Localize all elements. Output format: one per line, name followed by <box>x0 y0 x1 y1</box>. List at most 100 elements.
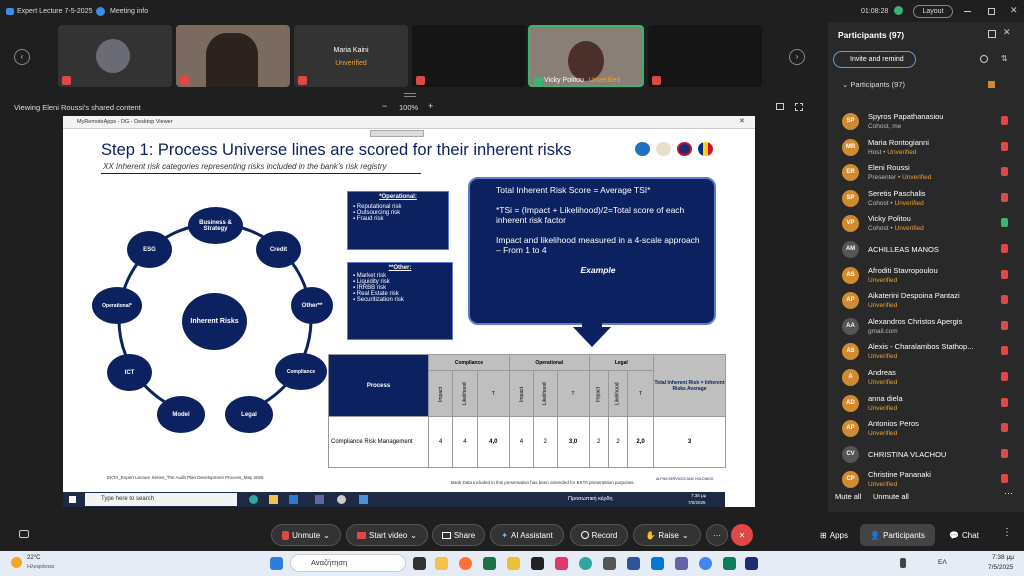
app-icon[interactable] <box>531 557 544 570</box>
app-icon[interactable] <box>555 557 568 570</box>
participant-row[interactable]: AP Antonios Peros Unverified <box>842 417 1016 442</box>
participant-row[interactable]: CV CHRISTINA VLACHOU <box>842 443 1016 468</box>
more-button[interactable]: ··· <box>706 524 728 546</box>
apps-button[interactable]: ⊞ Apps <box>811 524 857 546</box>
remote-app-label[interactable]: Προσωπική κέρδη <box>568 496 613 502</box>
participant-row[interactable]: A Andreas Unverified <box>842 366 1016 391</box>
mic-off-icon[interactable] <box>1001 372 1008 381</box>
windows-start-icon[interactable] <box>69 496 76 503</box>
lock-icon[interactable] <box>988 81 995 88</box>
layout-button[interactable]: Layout <box>913 5 953 18</box>
participant-row[interactable]: AA Alexandros Christos Apergis gmail.com <box>842 315 1016 340</box>
edge-icon[interactable] <box>579 557 592 570</box>
invite-button[interactable]: Invite and remind <box>833 51 916 68</box>
clock-date[interactable]: 7/5/2025 <box>988 564 1013 571</box>
participant-row[interactable]: AM ACHILLEAS MANOS <box>842 238 1016 263</box>
unmute-button[interactable]: Unmute ⌄ <box>271 524 341 546</box>
zoom-in-button[interactable]: + <box>428 101 433 111</box>
video-tile[interactable] <box>412 25 526 87</box>
raise-hand-button[interactable]: ✋ Raise ⌄ <box>633 524 701 546</box>
edge-icon[interactable] <box>249 495 258 504</box>
app-icon[interactable] <box>603 557 616 570</box>
outlook-icon[interactable] <box>651 557 664 570</box>
participant-row[interactable]: AS Afroditi Stavropoulou Unverified <box>842 264 1016 289</box>
webex-icon[interactable] <box>745 557 758 570</box>
end-call-button[interactable]: ✕ <box>731 524 753 546</box>
close-icon[interactable]: ✕ <box>1010 5 1018 16</box>
info-icon[interactable] <box>96 7 105 16</box>
participant-row[interactable]: MR Maria Rontogianni Host • Unverified <box>842 136 1016 161</box>
participant-row[interactable]: SP Spyros Papathanasiou Cohost, me <box>842 110 1016 135</box>
firefox-icon[interactable] <box>459 557 472 570</box>
close-panel-icon[interactable]: ✕ <box>1003 27 1011 38</box>
app-icon[interactable] <box>507 557 520 570</box>
mic-off-icon[interactable] <box>1001 269 1008 279</box>
participant-row[interactable]: AD anna diela Unverified <box>842 392 1016 417</box>
mic-off-icon[interactable] <box>1001 244 1008 253</box>
teams-icon[interactable] <box>315 495 324 504</box>
participants-button[interactable]: 👤 Participants <box>860 524 935 546</box>
mic-off-icon[interactable] <box>1001 320 1008 330</box>
settings-icon[interactable] <box>337 495 346 504</box>
word-icon[interactable] <box>627 557 640 570</box>
captions-icon[interactable] <box>19 530 29 538</box>
excel-icon[interactable] <box>483 557 496 570</box>
taskview-icon[interactable] <box>413 557 426 570</box>
mic-off-icon[interactable] <box>1001 346 1008 356</box>
slide-toolbar[interactable] <box>370 130 424 137</box>
restore-icon[interactable] <box>988 8 995 15</box>
minimize-icon[interactable] <box>964 11 971 12</box>
mute-all-button[interactable]: Mute all <box>835 492 861 501</box>
mic-on-icon[interactable] <box>1001 218 1008 228</box>
mic-tray-icon[interactable] <box>900 558 906 568</box>
file-explorer-icon[interactable] <box>435 557 448 570</box>
participant-row[interactable]: CP Christine Pananaki Unverified <box>842 468 1016 493</box>
video-tile[interactable] <box>58 25 172 87</box>
mic-off-icon[interactable] <box>1001 423 1008 433</box>
mic-off-icon[interactable] <box>1001 448 1008 458</box>
language-indicator[interactable]: ΕΛ <box>938 559 947 566</box>
drag-handle[interactable] <box>404 93 416 97</box>
next-page-button[interactable]: › <box>789 49 805 65</box>
mic-off-icon[interactable] <box>1001 116 1008 125</box>
mic-off-icon[interactable] <box>1001 474 1008 484</box>
remote-close-icon[interactable]: ✕ <box>739 117 745 125</box>
popout-icon[interactable] <box>988 30 996 38</box>
ai-assistant-button[interactable]: ✦ AI Assistant <box>490 524 564 546</box>
remote-search-input[interactable]: Type here to search <box>85 493 237 506</box>
record-button[interactable]: Record <box>570 524 628 546</box>
folder-icon[interactable] <box>269 495 278 504</box>
app-icon[interactable] <box>359 495 368 504</box>
clock-time[interactable]: 7:38 μμ <box>992 554 1014 561</box>
participant-row[interactable]: AS Alexis - Charalambos Stathop... Unverif… <box>842 340 1016 365</box>
participant-row[interactable]: VP Vicky Politou Cohost • Unverified <box>842 212 1016 237</box>
search-icon[interactable] <box>980 55 988 63</box>
mic-off-icon[interactable] <box>1001 167 1008 177</box>
video-tile-active[interactable]: Vicky Politou Unverified <box>528 25 644 87</box>
mic-off-icon[interactable] <box>1001 141 1008 151</box>
chat-button[interactable]: 💬 Chat <box>942 524 986 546</box>
taskbar-search-input[interactable]: Αναζήτηση <box>290 554 406 572</box>
unmute-all-button[interactable]: Unmute all <box>873 492 909 501</box>
app-icon[interactable] <box>675 557 688 570</box>
weather-temp[interactable]: 22°C <box>27 555 40 561</box>
sort-icon[interactable]: ⇅ <box>1001 54 1008 63</box>
windows-start-icon[interactable] <box>270 557 283 570</box>
start-video-button[interactable]: Start video ⌄ <box>346 524 428 546</box>
share-button[interactable]: Share <box>432 524 485 546</box>
video-tile[interactable] <box>176 25 290 87</box>
participant-row[interactable]: AP Aikaterini Despoina Pantazi Unverified <box>842 289 1016 314</box>
annotate-icon[interactable] <box>776 103 784 110</box>
chrome-icon[interactable] <box>699 557 712 570</box>
meeting-info-button[interactable]: Meeting info <box>110 8 148 15</box>
mic-off-icon[interactable] <box>1001 397 1008 407</box>
video-tile[interactable]: Maria Kaini Unverified <box>294 25 408 87</box>
participant-row[interactable]: SP Seretis Paschalis Cohost • Unverified <box>842 187 1016 212</box>
more-icon[interactable]: ⋮ <box>1002 527 1012 538</box>
video-tile[interactable] <box>648 25 762 87</box>
more-options-button[interactable]: ··· <box>1004 488 1013 498</box>
mic-off-icon[interactable] <box>1001 192 1008 202</box>
zoom-out-button[interactable]: − <box>382 101 387 111</box>
mail-icon[interactable] <box>289 495 298 504</box>
participants-section-label[interactable]: ⌄ Participants (97) <box>842 80 905 89</box>
